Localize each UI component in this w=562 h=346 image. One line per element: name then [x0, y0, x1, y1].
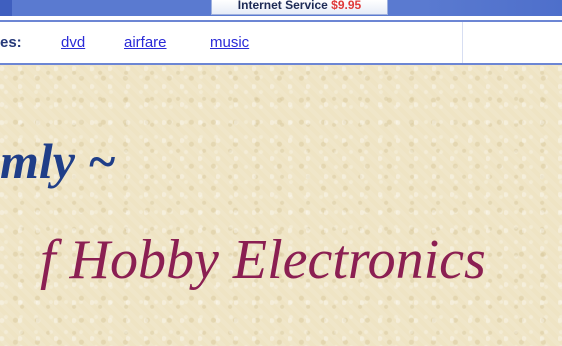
banner-left-accent — [0, 0, 12, 16]
nav-link-music[interactable]: music — [210, 34, 249, 51]
top-banner: Internet Service $9.95 — [0, 0, 562, 16]
nav-divider — [462, 22, 463, 63]
content-area — [0, 65, 562, 346]
nav-label: es: — [0, 34, 22, 51]
nav-row: es: dvd airfare music — [0, 20, 562, 65]
page-subheading: f Hobby Electronics — [40, 229, 486, 291]
ad-text: Internet Service — [237, 0, 328, 12]
nav-link-dvd[interactable]: dvd — [61, 34, 85, 51]
banner-right-accent — [422, 0, 562, 16]
nav-link-airfare[interactable]: airfare — [124, 34, 167, 51]
ad-price: $9.95 — [331, 0, 362, 12]
internet-service-ad[interactable]: Internet Service $9.95 — [211, 0, 388, 15]
page-heading: mly ~ — [0, 133, 116, 189]
